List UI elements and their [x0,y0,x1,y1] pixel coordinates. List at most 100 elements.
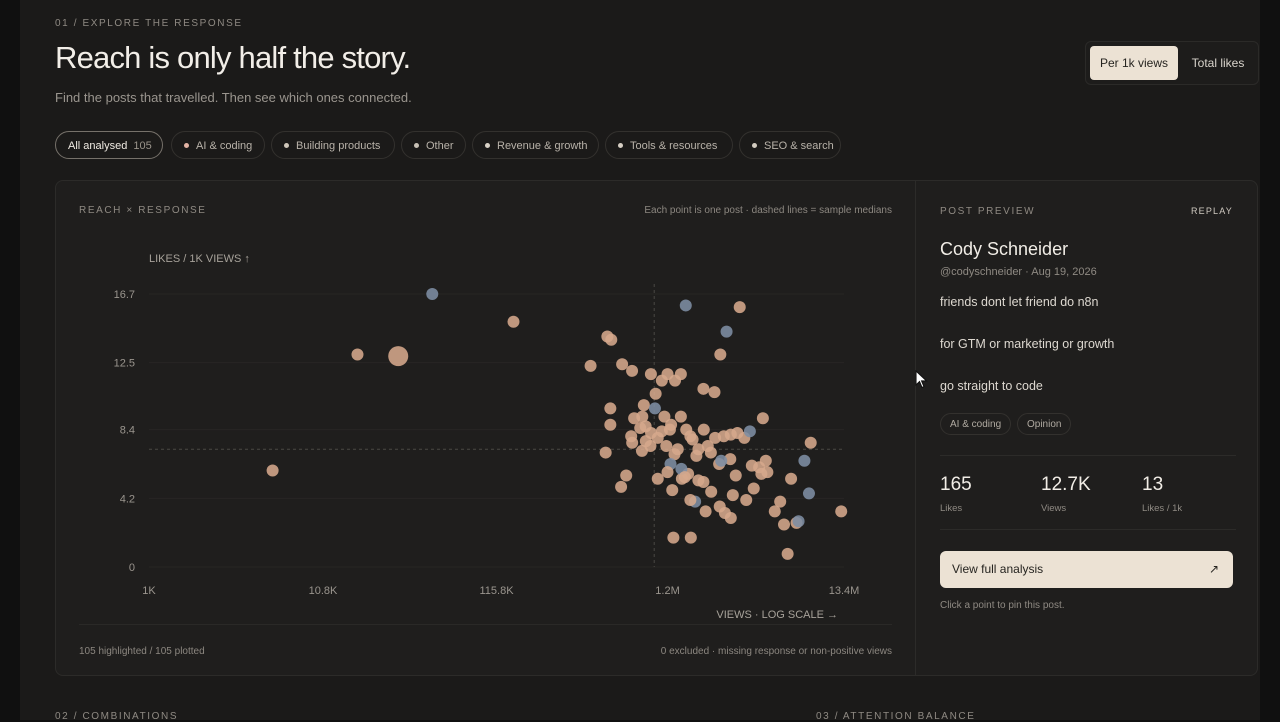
data-point[interactable] [684,430,697,443]
data-point[interactable] [802,487,815,500]
data-point[interactable] [755,467,768,480]
data-point[interactable] [661,466,674,479]
data-point[interactable] [715,454,728,467]
data-point[interactable] [708,386,721,399]
data-point[interactable] [697,475,710,488]
data-point[interactable] [388,346,409,367]
filter-all-analysed[interactable]: All analysed 105 [55,131,163,159]
filter-label: AI & coding [196,140,253,152]
filter-label: Revenue & growth [497,140,588,152]
filter-label: Building products [296,140,381,152]
filter-label: Tools & resources [630,140,718,152]
tag-ai-coding: AI & coding [940,413,1012,435]
data-point[interactable] [671,443,684,456]
section-attention-balance-eyebrow: 03 / ATTENTION BALANCE [816,711,976,722]
filter-revenue-growth[interactable]: Revenue & growth [472,131,599,159]
post-text-line: go straight to code [940,379,1043,393]
data-point[interactable] [745,459,758,472]
category-dot-icon [752,142,757,148]
filter-label: Other [426,140,454,152]
filter-building-products[interactable]: Building products [271,131,395,159]
replay-button[interactable]: REPLAY [1191,206,1233,216]
data-point[interactable] [781,547,794,560]
post-text-line: friends dont let friend do n8n [940,295,1099,309]
mouse-pointer-icon [915,370,928,389]
data-point[interactable] [697,382,710,395]
data-point[interactable] [620,469,633,482]
data-point[interactable] [718,507,731,520]
category-dot-icon [284,142,289,148]
data-point[interactable] [666,484,679,497]
data-point[interactable] [644,368,657,381]
data-point[interactable] [426,288,439,300]
data-point[interactable] [616,358,629,371]
filter-tools-resources[interactable]: Tools & resources [605,131,733,159]
data-point[interactable] [690,449,703,462]
data-point[interactable] [774,495,787,508]
stat-likes-label: Likes [940,503,963,514]
data-point[interactable] [704,446,717,459]
data-point[interactable] [778,518,791,531]
total-likes-toggle[interactable]: Total likes [1182,46,1254,80]
metric-toggle: Per 1k views Total likes [1085,41,1259,85]
data-point[interactable] [674,410,687,423]
data-point[interactable] [699,505,712,518]
data-point[interactable] [658,410,671,423]
data-point[interactable] [663,423,676,436]
data-point[interactable] [720,325,733,338]
data-point[interactable] [729,469,742,482]
data-point[interactable] [792,515,805,528]
data-point[interactable] [605,333,618,346]
filter-label: SEO & search [764,140,834,152]
data-point[interactable] [604,418,617,431]
data-point[interactable] [759,454,772,467]
post-preview-label: POST PREVIEW [940,206,1036,217]
data-point[interactable] [726,489,739,502]
data-point[interactable] [684,493,697,506]
data-point[interactable] [649,387,662,400]
page-subtitle: Find the posts that travelled. Then see … [55,90,412,105]
data-point[interactable] [637,399,650,412]
data-point[interactable] [678,471,691,484]
data-point[interactable] [743,425,756,438]
data-point[interactable] [584,359,597,372]
filter-seo-search[interactable]: SEO & search [739,131,841,159]
data-point[interactable] [679,299,692,312]
data-point[interactable] [798,454,811,467]
data-point[interactable] [639,420,652,433]
data-point[interactable] [733,301,746,314]
data-point[interactable] [599,446,612,459]
data-point[interactable] [674,368,687,381]
data-point[interactable] [705,485,718,498]
data-point[interactable] [648,402,661,415]
data-point[interactable] [714,348,727,361]
filter-other[interactable]: Other [401,131,466,159]
data-point[interactable] [351,348,364,361]
data-point[interactable] [266,464,279,477]
data-point[interactable] [747,482,760,495]
data-point[interactable] [667,531,680,544]
tag-opinion: Opinion [1017,413,1072,435]
per-1k-views-toggle[interactable]: Per 1k views [1090,46,1178,80]
data-point[interactable] [615,480,628,493]
data-point[interactable] [697,423,710,436]
data-point[interactable] [604,402,617,415]
data-point[interactable] [628,412,641,425]
data-point[interactable] [785,472,798,485]
view-full-analysis-button[interactable]: View full analysis ↗ [940,551,1233,588]
filter-ai-coding[interactable]: AI & coding [171,131,265,159]
data-point[interactable] [651,472,664,485]
filter-label: All analysed [68,140,128,152]
chart-panel: REACH × RESPONSE Each point is one post … [56,181,916,675]
data-point[interactable] [644,440,657,453]
data-point[interactable] [684,531,697,544]
data-point[interactable] [740,493,753,506]
data-point[interactable] [804,436,817,449]
stat-likes-value: 165 [940,474,972,495]
data-point[interactable] [626,436,639,449]
x-tick-label: 13.4M [829,585,860,597]
data-point[interactable] [756,412,769,425]
data-point[interactable] [835,505,848,518]
data-point[interactable] [626,364,639,377]
data-point[interactable] [507,315,520,328]
